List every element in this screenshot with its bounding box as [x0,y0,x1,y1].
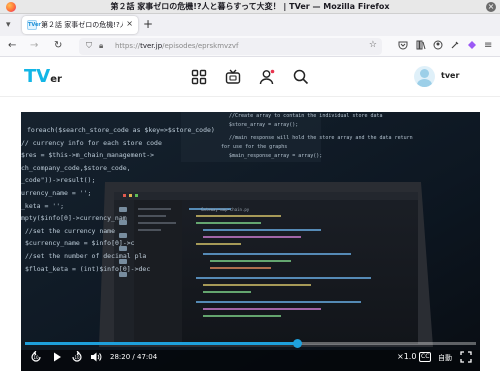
tab-close-icon[interactable]: × [126,19,133,28]
pocket-icon[interactable] [398,40,408,54]
tver-favicon-icon: TVer [27,20,41,30]
video-player[interactable]: foreach($search_store_code as $key=>$sto… [21,112,480,371]
lock-icon[interactable]: 🔒︎ [99,41,103,51]
logo-sub-text: er [50,74,62,85]
username-label[interactable]: tver [441,71,459,80]
rewind-10-icon[interactable]: 10 [30,350,42,367]
playback-speed-button[interactable]: ×1.0 [397,352,416,361]
extensions-icon[interactable] [450,40,460,54]
play-icon[interactable] [51,351,63,367]
laptop-tab-label: Gateway-map-chain.py [201,207,250,212]
current-time: 28:20 [110,353,131,361]
window-close-icon[interactable]: × [486,2,496,12]
code-line: $main_response_array = array(); [229,153,323,159]
account-icon[interactable] [433,40,443,54]
search-icon[interactable] [293,69,309,85]
tab-bar: ▾ TVer 第２話 家事ゼロの危機!?人と暮らすって大変！ × + [0,14,500,36]
grid-icon[interactable] [191,69,207,85]
bookmark-star-icon[interactable]: ☆ [369,40,377,50]
url-bar[interactable]: ⛉ 🔒︎ https://tver.jp/episodes/eprskmvzvf… [79,38,382,55]
captions-button[interactable]: CC [419,352,432,362]
code-line: mpty($info[0]->currency_nam [21,214,127,223]
logo-main-text: TV [24,66,51,87]
tab-title: 第２話 家事ゼロの危機!?人と暮らすって大変！ [41,21,123,29]
fullscreen-icon[interactable] [460,351,472,367]
code-line: $float_keta = (int)$info[0]->dec [25,264,151,273]
quality-button[interactable]: 自動 [438,353,452,363]
code-line: //Create array to contain the individual… [229,113,383,119]
time-display: 28:20 / 47:04 [110,353,157,361]
forward-icon[interactable]: → [30,40,38,52]
window-titlebar: 第２話 家事ゼロの危機!?人と暮らすって大変！ | TVer — Mozilla… [0,0,500,14]
window-title: 第２話 家事ゼロの危機!?人と暮らすって大変！ | TVer — Mozilla… [110,2,390,11]
addon-icon[interactable] [467,40,477,54]
code-line: foreach($search_store_code as $key=>$sto… [27,126,215,134]
url-path: /episodes/eprskmvzvf [162,42,239,50]
url-prefix: https:// [115,42,141,50]
code-line: //set the number of decimal pla [25,251,147,260]
avatar[interactable] [414,66,435,87]
user-icon[interactable] [259,69,275,85]
library-icon[interactable] [416,40,426,54]
code-line: $currency_name = $info[0]->c [25,239,135,248]
back-icon[interactable]: ← [8,40,16,52]
code-line: //set the currency name [25,226,116,235]
seek-bar-played [25,342,297,345]
url-text[interactable]: https://tver.jp/episodes/eprskmvzvf [115,42,238,50]
shield-icon[interactable]: ⛉ [86,41,92,51]
site-header: TVer tver [0,57,500,97]
svg-text:10: 10 [74,355,80,360]
forward-10-icon[interactable]: 10 [71,350,83,367]
new-tab-icon[interactable]: + [143,17,153,31]
seek-bar[interactable] [25,339,476,348]
code-line: // currency info for each store code [21,138,162,147]
reload-icon[interactable]: ↻ [54,40,62,52]
navigation-toolbar: ← → ↻ ⛉ 🔒︎ https://tver.jp/episodes/eprs… [0,36,500,57]
svg-text:10: 10 [33,355,39,360]
code-line: //main response will hold the store arra… [229,135,413,141]
background-code-right: //Create array to contain the individual… [221,112,413,161]
url-host: tver.jp [140,42,163,50]
list-all-tabs-icon[interactable]: ▾ [6,20,11,30]
code-line: $res = $this->m_chain_management-> [21,151,155,160]
tab-active[interactable]: TVer 第２話 家事ゼロの危機!?人と暮らすって大変！ × [22,16,138,34]
code-line: _code"))->result(); [21,176,96,185]
duration: 47:04 [137,353,158,361]
code-line: ch_company_code,$store_code, [21,163,131,172]
code-line: for use for the graphs [221,144,288,150]
time-separator: / [130,353,137,361]
seek-bar-handle[interactable] [292,339,302,348]
background-code-left: foreach($search_store_code as $key=>$sto… [21,124,215,275]
tv-icon[interactable] [225,69,241,85]
code-line: urrency_name = ''; [21,188,92,197]
menu-icon[interactable]: ≡ [484,40,492,52]
tver-logo[interactable]: TVer [24,66,62,87]
code-line: _keta = ''; [21,201,65,210]
code-line: $store_array = array(); [229,122,299,128]
volume-icon[interactable] [90,351,102,367]
